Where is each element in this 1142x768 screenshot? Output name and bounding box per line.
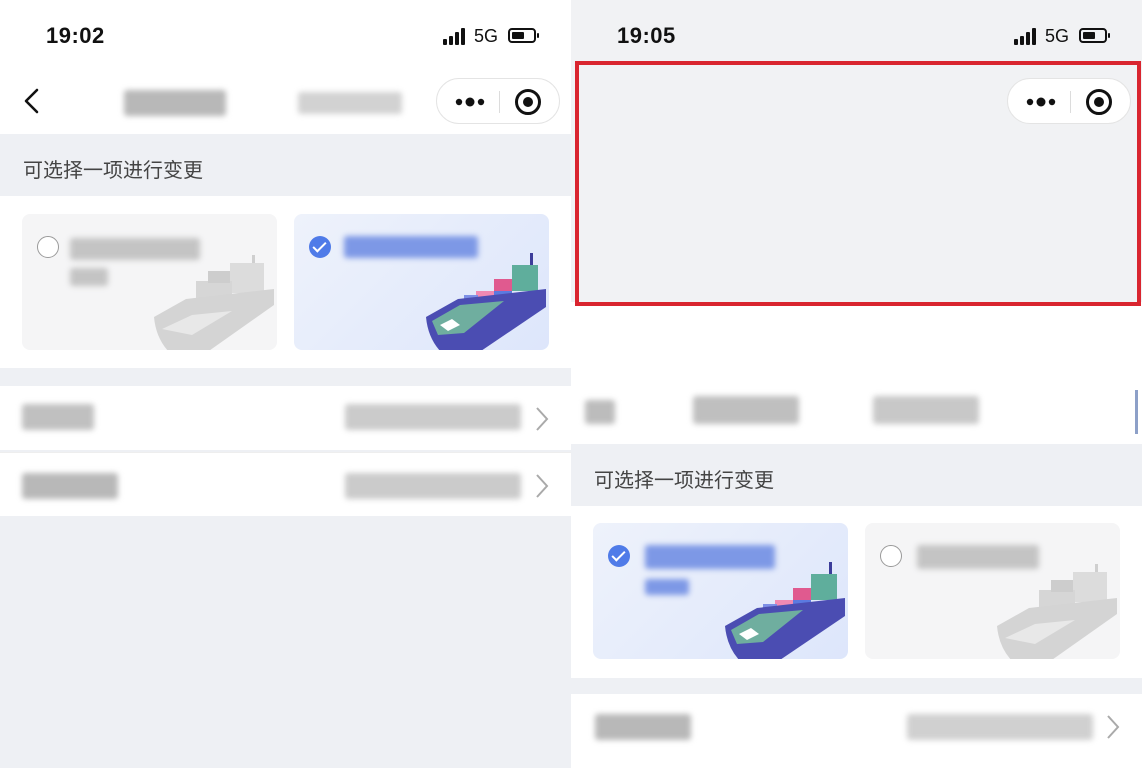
- section-header: 可选择一项进行变更: [0, 134, 571, 196]
- tab-redacted[interactable]: [873, 396, 979, 424]
- cargo-ship-icon: [997, 564, 1117, 659]
- status-time: 19:05: [617, 23, 676, 48]
- option-card-1[interactable]: [22, 214, 277, 350]
- signal-icon: [1014, 27, 1040, 45]
- radio-checked-icon[interactable]: [608, 545, 630, 567]
- radio-unchecked-icon[interactable]: [880, 545, 902, 567]
- cargo-ship-icon: [725, 562, 845, 659]
- radio-checked-icon[interactable]: [309, 236, 331, 258]
- nav-bar: [0, 72, 571, 134]
- option-card-2[interactable]: [294, 214, 549, 350]
- subtitle-redacted: [298, 92, 402, 114]
- tab-redacted[interactable]: [585, 400, 615, 424]
- tab-redacted[interactable]: [693, 396, 799, 424]
- target-icon[interactable]: [515, 89, 541, 115]
- chevron-right-icon: [1107, 715, 1120, 739]
- list-item[interactable]: [0, 386, 571, 450]
- left-screenshot: 19:02 5G 可选择一项进行变更: [0, 0, 571, 768]
- status-time: 19:02: [46, 23, 105, 48]
- battery-icon: [1079, 28, 1110, 43]
- spacer: [571, 678, 1142, 694]
- row-label-redacted: [595, 714, 691, 740]
- option-card-2[interactable]: [865, 523, 1120, 659]
- radio-unchecked-icon[interactable]: [37, 236, 59, 258]
- signal-icon: [443, 27, 469, 45]
- status-bar: 19:02 5G: [0, 0, 571, 72]
- option-cards: [571, 506, 1142, 678]
- row-label-redacted: [22, 473, 118, 499]
- network-label: 5G: [474, 26, 499, 46]
- section-label: 可选择一项进行变更: [594, 470, 774, 492]
- chevron-right-icon: [536, 407, 549, 431]
- section-header: 可选择一项进行变更: [571, 444, 1142, 506]
- section-label: 可选择一项进行变更: [23, 160, 203, 182]
- cargo-ship-icon: [154, 255, 274, 350]
- tab-bar-redacted: [571, 380, 1142, 444]
- option-subtitle-redacted: [70, 268, 108, 286]
- more-dots-icon[interactable]: [453, 91, 487, 113]
- list-item[interactable]: [571, 694, 1142, 768]
- list-item[interactable]: [0, 452, 571, 516]
- capsule-divider: [499, 91, 500, 113]
- chevron-right-icon: [536, 474, 549, 498]
- mini-program-capsule: [436, 78, 560, 124]
- scroll-indicator: [1135, 390, 1138, 434]
- network-label: 5G: [1045, 26, 1070, 46]
- cargo-ship-icon: [426, 253, 546, 350]
- row-label-redacted: [22, 404, 94, 430]
- battery-icon: [508, 28, 539, 43]
- row-value-redacted: [907, 714, 1093, 740]
- row-value-redacted: [345, 404, 521, 430]
- option-cards: [0, 196, 571, 368]
- highlight-box: [575, 61, 1141, 306]
- page-title-redacted: [124, 90, 226, 116]
- option-subtitle-redacted: [645, 579, 689, 595]
- row-value-redacted: [345, 473, 521, 499]
- back-icon[interactable]: [18, 86, 48, 116]
- option-card-1[interactable]: [593, 523, 848, 659]
